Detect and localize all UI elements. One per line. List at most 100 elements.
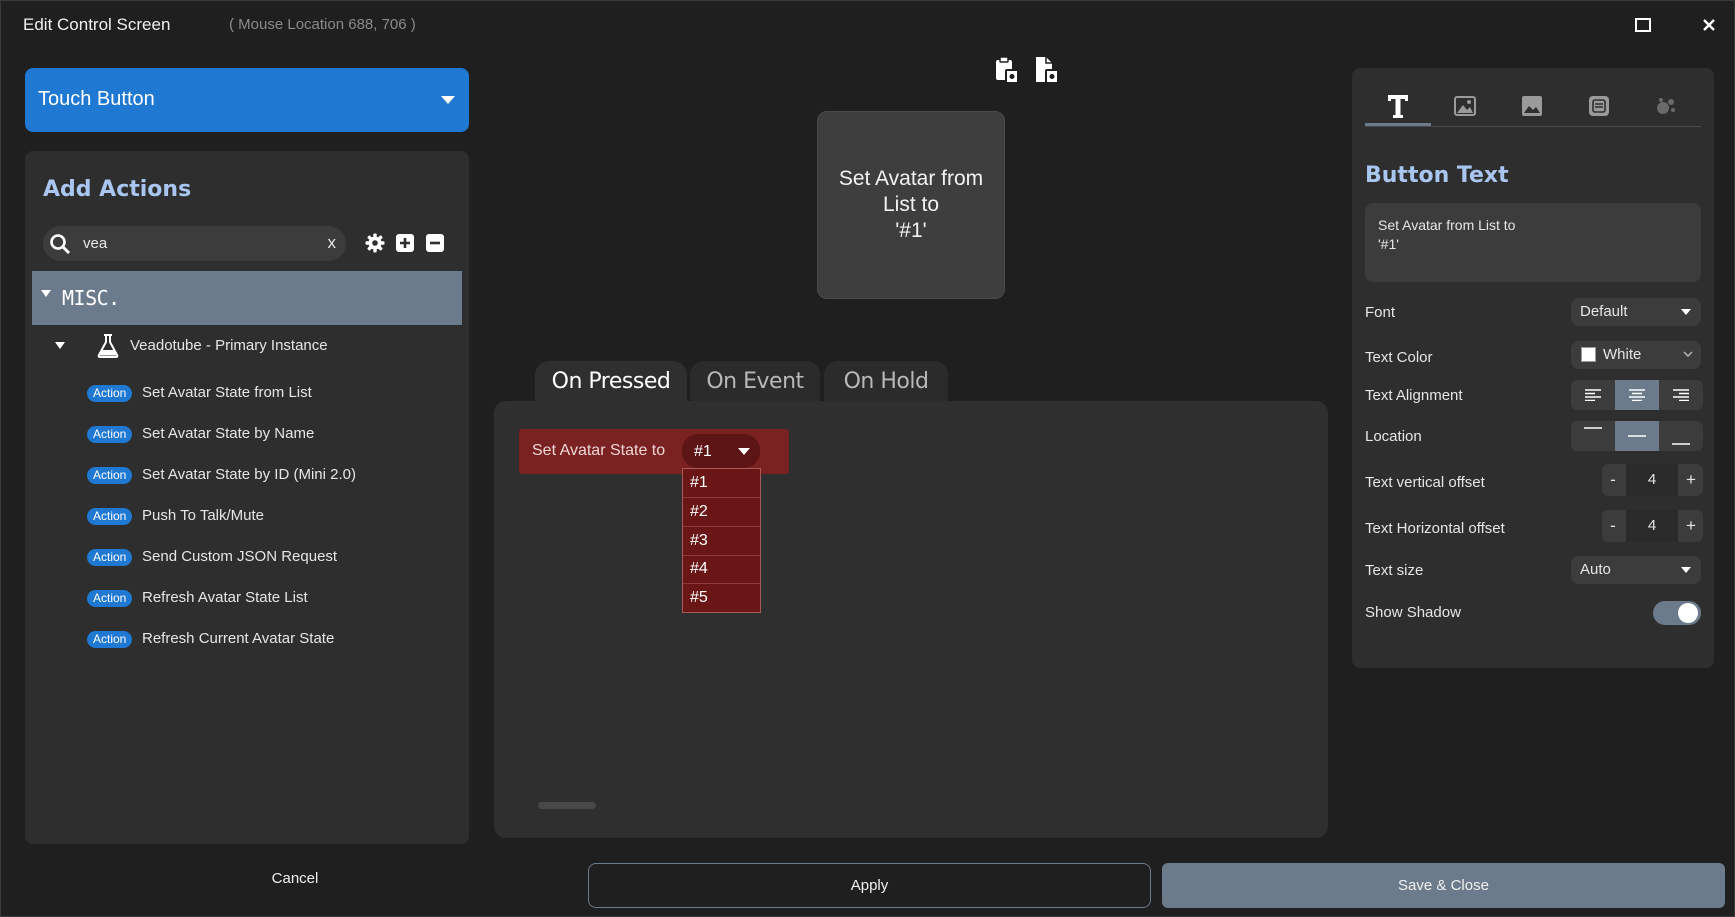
align-left-button[interactable] xyxy=(1571,380,1615,410)
decrement-button[interactable]: - xyxy=(1602,470,1624,490)
font-value: Default xyxy=(1580,303,1628,320)
increment-button[interactable]: + xyxy=(1680,470,1702,490)
show-shadow-label: Show Shadow xyxy=(1365,604,1461,621)
chevron-down-icon xyxy=(1681,309,1691,315)
search-input[interactable]: vea x xyxy=(43,226,346,261)
action-item-set-avatar-state-from-list[interactable]: Action Set Avatar State from List xyxy=(87,381,457,409)
button-text-value: Set Avatar from List to '#1' xyxy=(1378,217,1516,252)
apply-button[interactable]: Apply xyxy=(588,863,1151,908)
expand-all-icon[interactable] xyxy=(395,233,415,253)
location-top-button[interactable] xyxy=(1571,421,1615,451)
action-item-set-avatar-state-by-name[interactable]: Action Set Avatar State by Name xyxy=(87,422,457,450)
save-close-button[interactable]: Save & Close xyxy=(1162,863,1725,908)
option-label: #4 xyxy=(690,560,708,577)
action-block-label: Set Avatar State to xyxy=(532,442,666,459)
tab-effects[interactable] xyxy=(1633,86,1699,126)
action-item-set-avatar-state-by-id[interactable]: Action Set Avatar State by ID (Mini 2.0) xyxy=(87,463,457,491)
vertical-offset-stepper: - 4 + xyxy=(1602,464,1703,496)
clear-search-button[interactable]: x xyxy=(328,233,337,253)
action-item-refresh-current-avatar-state[interactable]: Action Refresh Current Avatar State xyxy=(87,627,457,655)
align-left-icon xyxy=(1585,389,1601,402)
action-item-label: Refresh Avatar State List xyxy=(142,589,308,606)
avatar-state-select[interactable]: #1 xyxy=(682,434,760,468)
collapse-all-icon[interactable] xyxy=(425,233,445,253)
action-badge: Action xyxy=(87,590,133,607)
tab-text[interactable] xyxy=(1365,86,1431,126)
tab-divider xyxy=(1365,126,1701,127)
button-preview[interactable]: Set Avatar from List to '#1' xyxy=(817,111,1005,299)
action-item-label: Set Avatar State by Name xyxy=(142,425,315,442)
align-center-button[interactable] xyxy=(1615,380,1659,410)
paste-icon[interactable] xyxy=(994,56,1020,84)
horizontal-offset-label: Text Horizontal offset xyxy=(1365,520,1505,537)
tab-on-pressed[interactable]: On Pressed xyxy=(535,361,687,403)
horizontal-offset-value[interactable]: 4 xyxy=(1626,510,1678,542)
horizontal-scrollbar[interactable] xyxy=(538,802,596,809)
collapse-triangle-icon xyxy=(41,290,51,297)
option-5[interactable]: #5 xyxy=(683,584,760,613)
layout-icon xyxy=(1589,96,1609,116)
location-label: Location xyxy=(1365,428,1422,445)
location-group xyxy=(1571,421,1703,451)
vertical-offset-value[interactable]: 4 xyxy=(1626,464,1678,496)
plugin-label: Veadotube - Primary Instance xyxy=(130,337,328,354)
window-title: Edit Control Screen xyxy=(23,15,171,34)
gear-icon[interactable] xyxy=(365,233,385,253)
add-actions-panel: Add Actions vea x MISC. Veadotube - Prim… xyxy=(25,151,469,844)
text-alignment-label: Text Alignment xyxy=(1365,387,1463,404)
align-center-icon xyxy=(1629,389,1645,402)
location-middle-button[interactable] xyxy=(1615,421,1659,451)
decrement-button[interactable]: - xyxy=(1602,516,1624,536)
search-icon xyxy=(50,234,71,255)
action-badge: Action xyxy=(87,426,133,443)
add-actions-heading: Add Actions xyxy=(43,177,192,202)
title-bar: Edit Control Screen ( Mouse Location 688… xyxy=(1,1,1734,49)
location-top-icon xyxy=(1584,427,1602,429)
collapse-triangle-icon xyxy=(55,342,65,349)
control-type-dropdown[interactable]: Touch Button xyxy=(25,68,469,132)
copy-icon[interactable] xyxy=(1034,56,1060,84)
properties-panel: Button Text Set Avatar from List to '#1'… xyxy=(1352,68,1714,668)
text-color-select[interactable]: White xyxy=(1571,341,1701,369)
action-item-label: Send Custom JSON Request xyxy=(142,548,338,565)
button-text-field[interactable]: Set Avatar from List to '#1' xyxy=(1365,203,1701,282)
action-item-refresh-avatar-state-list[interactable]: Action Refresh Avatar State List xyxy=(87,586,457,614)
category-misc[interactable]: MISC. xyxy=(32,271,462,325)
sparkle-icon xyxy=(1657,98,1675,114)
tab-layout[interactable] xyxy=(1566,86,1632,126)
maximize-icon[interactable] xyxy=(1631,13,1655,37)
action-badge: Action xyxy=(87,631,133,648)
edit-control-window: Edit Control Screen ( Mouse Location 688… xyxy=(0,0,1735,917)
close-icon[interactable] xyxy=(1697,13,1721,37)
action-item-label: Push To Talk/Mute xyxy=(142,507,265,524)
option-1[interactable]: #1 xyxy=(683,469,760,498)
align-right-button[interactable] xyxy=(1659,380,1703,410)
font-select[interactable]: Default xyxy=(1571,298,1701,326)
tab-background-image[interactable] xyxy=(1432,86,1498,126)
color-swatch xyxy=(1581,347,1596,362)
horizontal-offset-stepper: - 4 + xyxy=(1602,510,1703,542)
location-bottom-button[interactable] xyxy=(1659,421,1703,451)
tab-image[interactable] xyxy=(1499,86,1565,126)
cancel-button[interactable]: Cancel xyxy=(256,870,334,900)
text-color-value: White xyxy=(1603,346,1642,363)
option-2[interactable]: #2 xyxy=(683,498,760,527)
tab-on-event[interactable]: On Event xyxy=(690,361,820,403)
action-item-send-custom-json[interactable]: Action Send Custom JSON Request xyxy=(87,545,457,573)
action-item-label: Set Avatar State from List xyxy=(142,384,312,401)
option-4[interactable]: #4 xyxy=(683,555,760,584)
tab-on-hold[interactable]: On Hold xyxy=(824,361,948,403)
increment-button[interactable]: + xyxy=(1680,516,1702,536)
chevron-down-icon xyxy=(441,96,455,104)
search-value: vea xyxy=(83,235,108,252)
text-size-select[interactable]: Auto xyxy=(1571,556,1701,584)
option-3[interactable]: #3 xyxy=(683,527,760,556)
action-item-push-to-talk[interactable]: Action Push To Talk/Mute xyxy=(87,504,457,532)
action-item-label: Refresh Current Avatar State xyxy=(142,630,335,647)
action-badge: Action xyxy=(87,508,133,525)
control-type-label: Touch Button xyxy=(38,88,155,110)
action-item-label: Set Avatar State by ID (Mini 2.0) xyxy=(142,466,356,483)
chevron-down-icon xyxy=(738,448,750,455)
plugin-veadotube[interactable]: Veadotube - Primary Instance xyxy=(55,331,455,361)
show-shadow-toggle[interactable] xyxy=(1653,601,1701,625)
